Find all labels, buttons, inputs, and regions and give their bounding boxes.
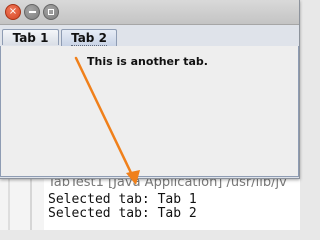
minimize-button[interactable] [24,4,40,20]
tab-label: Tab 1 [12,31,49,45]
tab-content-text: This is another tab. [87,55,208,68]
close-button[interactable]: × [5,4,21,20]
console-line: Selected tab: Tab 1 [48,192,197,207]
tab-2[interactable]: Tab 2 [61,29,117,46]
maximize-button[interactable] [43,4,59,20]
console-line: Selected tab: Tab 2 [48,206,197,221]
tabtest-window: × Tab 1 Tab 2 This is another tab. [0,0,300,179]
minimize-icon [28,11,36,13]
tab-label: Tab 2 [71,31,107,46]
window-titlebar[interactable]: × [0,0,299,25]
tab-strip: Tab 1 Tab 2 [0,28,299,47]
tab-content-panel: This is another tab. [0,46,299,177]
tab-1[interactable]: Tab 1 [2,29,59,45]
close-icon: × [8,6,18,17]
maximize-icon [48,9,54,15]
